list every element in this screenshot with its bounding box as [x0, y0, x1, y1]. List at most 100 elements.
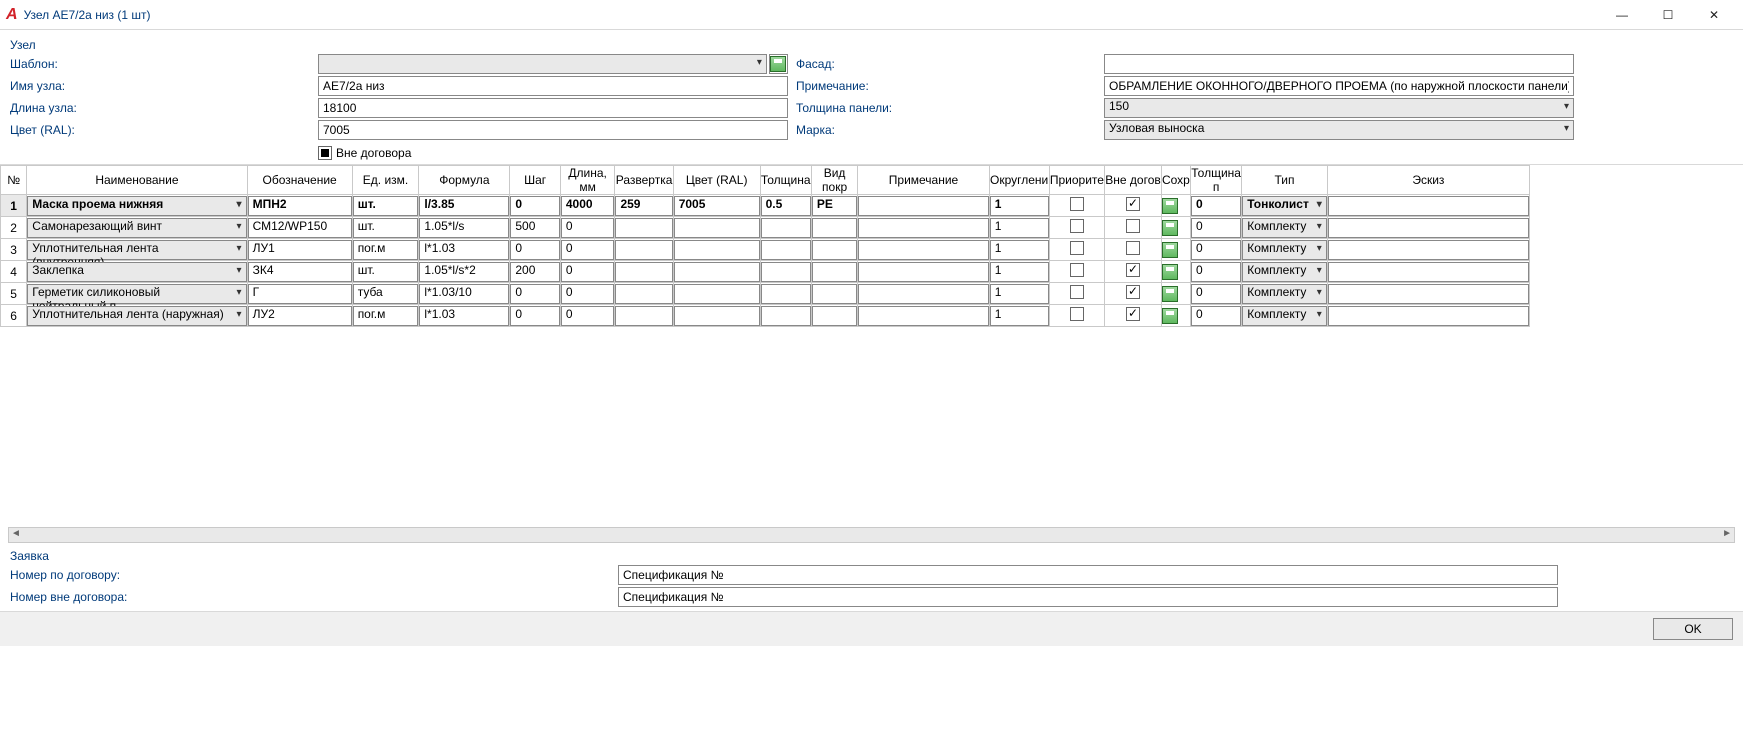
- col-tolsch[interactable]: Толщина: [760, 166, 811, 195]
- grid-cell[interactable]: [761, 218, 811, 238]
- grid-cell[interactable]: [812, 240, 857, 260]
- grid-cell[interactable]: l/3.85: [419, 196, 509, 216]
- grid-cell[interactable]: 1: [990, 306, 1049, 326]
- grid-cell[interactable]: МПН2: [248, 196, 352, 216]
- grid-cell[interactable]: 1.05*l/s*2: [419, 262, 509, 282]
- col-no[interactable]: №: [1, 166, 27, 195]
- grid-cell[interactable]: [858, 240, 988, 260]
- grid-cell[interactable]: Уплотнительная лента (наружная): [27, 306, 246, 326]
- col-shag[interactable]: Шаг: [510, 166, 561, 195]
- col-tolp[interactable]: Толщина п: [1191, 166, 1242, 195]
- grid-cell[interactable]: l*1.03: [419, 306, 509, 326]
- grid-cell[interactable]: Самонарезающий винт: [27, 218, 246, 238]
- cvet-input[interactable]: [318, 120, 788, 140]
- table-row[interactable]: 6Уплотнительная лента (наружная)ЛУ2пог.м…: [1, 305, 1530, 327]
- col-tip[interactable]: Тип: [1242, 166, 1327, 195]
- grid-cell[interactable]: шт.: [353, 262, 419, 282]
- grid-cell[interactable]: 500: [510, 218, 560, 238]
- grid-cell[interactable]: 200: [510, 262, 560, 282]
- grid-cell[interactable]: [812, 306, 857, 326]
- grid-cell[interactable]: [615, 240, 672, 260]
- grid-cell[interactable]: СМ12/WP150: [248, 218, 352, 238]
- grid-cell[interactable]: 7005: [674, 196, 760, 216]
- grid-cell[interactable]: Г: [248, 284, 352, 304]
- grid-cell[interactable]: [674, 284, 760, 304]
- grid-cell[interactable]: Комплекту: [1242, 306, 1326, 326]
- prio-checkbox[interactable]: [1070, 263, 1084, 277]
- grid-cell[interactable]: [615, 218, 672, 238]
- dlina-input[interactable]: [318, 98, 788, 118]
- spec1-input[interactable]: [618, 565, 1558, 585]
- grid-cell[interactable]: 0: [510, 196, 560, 216]
- col-okr[interactable]: Округлени: [989, 166, 1049, 195]
- grid-cell[interactable]: 1: [990, 196, 1049, 216]
- col-cvet[interactable]: Цвет (RAL): [673, 166, 760, 195]
- grid-cell[interactable]: [674, 306, 760, 326]
- imya-input[interactable]: [318, 76, 788, 96]
- grid-cell[interactable]: 0: [1191, 218, 1241, 238]
- prio-checkbox[interactable]: [1070, 219, 1084, 233]
- grid-cell[interactable]: l*1.03/10: [419, 284, 509, 304]
- grid-cell[interactable]: [761, 306, 811, 326]
- marka-select[interactable]: Узловая выноска: [1104, 120, 1574, 140]
- horizontal-scrollbar[interactable]: [8, 527, 1735, 543]
- save-icon[interactable]: [1162, 198, 1178, 214]
- save-icon[interactable]: [1162, 242, 1178, 258]
- spec2-input[interactable]: [618, 587, 1558, 607]
- col-vid[interactable]: Вид покр: [811, 166, 857, 195]
- grid-cell[interactable]: [812, 218, 857, 238]
- col-dlina[interactable]: Длина, мм: [560, 166, 615, 195]
- vne-checkbox[interactable]: [1126, 285, 1140, 299]
- grid-cell[interactable]: Маска проема нижняя: [27, 196, 246, 216]
- col-prim[interactable]: Примечание: [858, 166, 989, 195]
- shablon-save-button[interactable]: [769, 54, 788, 74]
- col-sohr[interactable]: Сохр: [1161, 166, 1190, 195]
- grid-cell[interactable]: PE: [812, 196, 857, 216]
- grid-cell[interactable]: Герметик силиконовый нейтральный п: [27, 284, 246, 304]
- ok-button[interactable]: OK: [1653, 618, 1733, 640]
- grid-cell[interactable]: 0: [1191, 196, 1241, 216]
- grid-cell[interactable]: шт.: [353, 218, 419, 238]
- close-button[interactable]: ✕: [1691, 0, 1737, 30]
- grid-cell[interactable]: пог.м: [353, 240, 419, 260]
- fasad-input[interactable]: [1104, 54, 1574, 74]
- vne-checkbox[interactable]: [1126, 219, 1140, 233]
- col-ed[interactable]: Ед. изм.: [352, 166, 419, 195]
- minimize-button[interactable]: —: [1599, 0, 1645, 30]
- grid-cell[interactable]: 1: [990, 240, 1049, 260]
- prio-checkbox[interactable]: [1070, 285, 1084, 299]
- grid-cell[interactable]: [761, 240, 811, 260]
- prio-checkbox[interactable]: [1070, 307, 1084, 321]
- grid-cell[interactable]: [674, 262, 760, 282]
- table-row[interactable]: 2Самонарезающий винтСМ12/WP150шт.1.05*l/…: [1, 217, 1530, 239]
- grid-cell[interactable]: 0: [510, 306, 560, 326]
- grid-cell[interactable]: [761, 262, 811, 282]
- col-razv[interactable]: Развертка: [615, 166, 673, 195]
- grid-cell[interactable]: 1: [990, 262, 1049, 282]
- grid-cell[interactable]: Комплекту: [1242, 284, 1326, 304]
- tolsch-select[interactable]: 150: [1104, 98, 1574, 118]
- grid-cell[interactable]: [761, 284, 811, 304]
- grid-cell[interactable]: [615, 262, 672, 282]
- grid-cell[interactable]: 0: [510, 240, 560, 260]
- col-eskiz[interactable]: Эскиз: [1327, 166, 1529, 195]
- grid-cell[interactable]: 0: [561, 306, 615, 326]
- grid-cell[interactable]: [812, 284, 857, 304]
- table-row[interactable]: 4ЗаклепкаЗК4шт.1.05*l/s*2200010Комплекту: [1, 261, 1530, 283]
- grid-cell[interactable]: 259: [615, 196, 672, 216]
- grid-cell[interactable]: [858, 196, 988, 216]
- prio-checkbox[interactable]: [1070, 197, 1084, 211]
- vne-checkbox[interactable]: [1126, 307, 1140, 321]
- table-row[interactable]: 3Уплотнительная лента (внутренняя)ЛУ1пог…: [1, 239, 1530, 261]
- shablon-select[interactable]: [318, 54, 767, 74]
- grid-cell[interactable]: 0: [561, 262, 615, 282]
- grid-cell[interactable]: Комплекту: [1242, 262, 1326, 282]
- grid-cell[interactable]: [1328, 240, 1529, 260]
- grid-cell[interactable]: ЗК4: [248, 262, 352, 282]
- grid-cell[interactable]: [812, 262, 857, 282]
- grid-cell[interactable]: Комплекту: [1242, 218, 1326, 238]
- grid-cell[interactable]: ЛУ1: [248, 240, 352, 260]
- grid-cell[interactable]: 1: [990, 218, 1049, 238]
- vne-checkbox[interactable]: [1126, 197, 1140, 211]
- prim-input[interactable]: [1104, 76, 1574, 96]
